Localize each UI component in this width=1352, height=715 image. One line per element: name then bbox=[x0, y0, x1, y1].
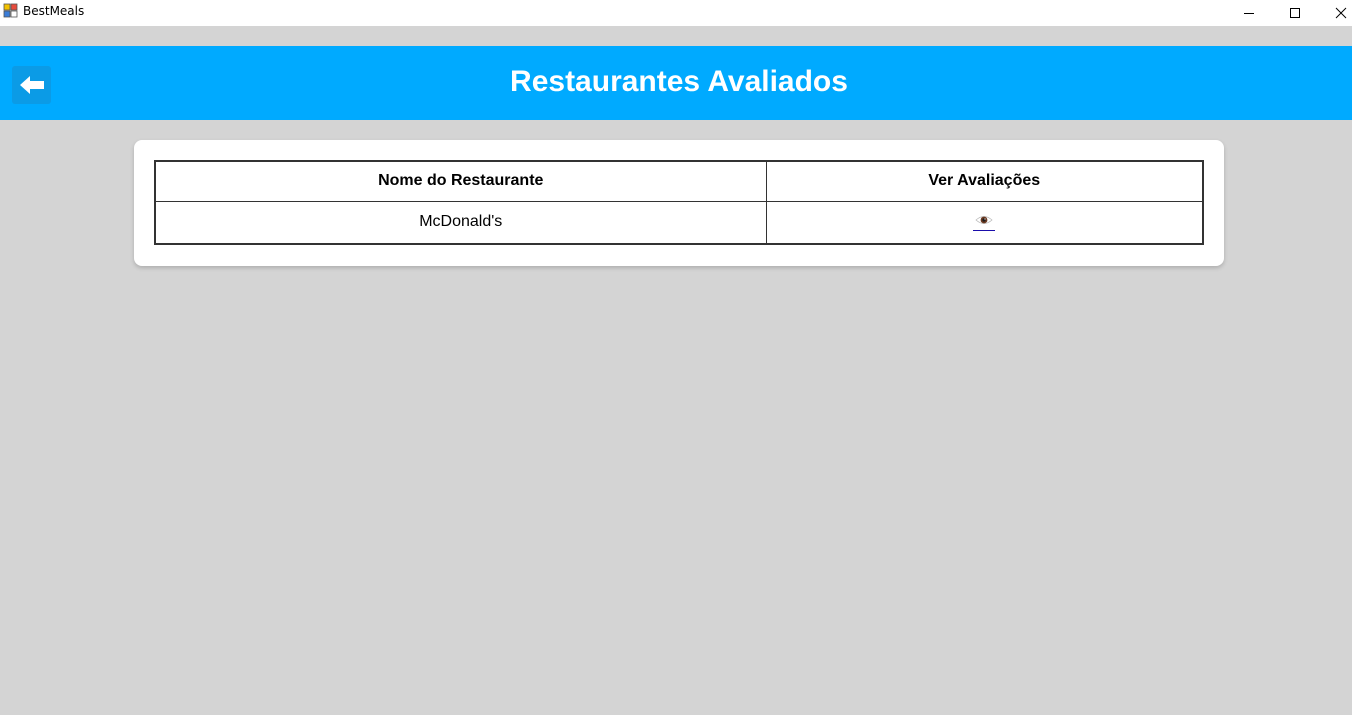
minimize-button[interactable] bbox=[1226, 0, 1272, 26]
table-header-row: Nome do Restaurante Ver Avaliações bbox=[154, 160, 1204, 202]
app-header: Restaurantes Avaliados bbox=[0, 46, 1352, 120]
minimize-icon bbox=[1244, 13, 1254, 14]
restaurant-name-cell: McDonald's bbox=[154, 200, 767, 245]
column-header-name: Nome do Restaurante bbox=[154, 160, 767, 202]
maximize-button[interactable] bbox=[1272, 0, 1318, 26]
table-row: McDonald's bbox=[154, 200, 1204, 245]
close-icon bbox=[1335, 7, 1347, 19]
column-header-reviews: Ver Avaliações bbox=[765, 160, 1204, 202]
back-button[interactable] bbox=[12, 66, 51, 104]
view-reviews-cell bbox=[765, 200, 1204, 245]
window-title: BestMeals bbox=[23, 4, 85, 18]
app-icon bbox=[3, 3, 18, 18]
restaurants-table: Nome do Restaurante Ver Avaliações McDon… bbox=[154, 160, 1204, 245]
maximize-icon bbox=[1290, 8, 1300, 18]
restaurants-card: Nome do Restaurante Ver Avaliações McDon… bbox=[134, 140, 1224, 266]
arrow-left-icon bbox=[19, 76, 44, 94]
page-title: Restaurantes Avaliados bbox=[510, 65, 848, 98]
eye-icon bbox=[975, 216, 993, 225]
close-button[interactable] bbox=[1318, 0, 1352, 26]
view-reviews-link[interactable] bbox=[973, 214, 996, 232]
window-titlebar: BestMeals bbox=[0, 0, 1352, 26]
